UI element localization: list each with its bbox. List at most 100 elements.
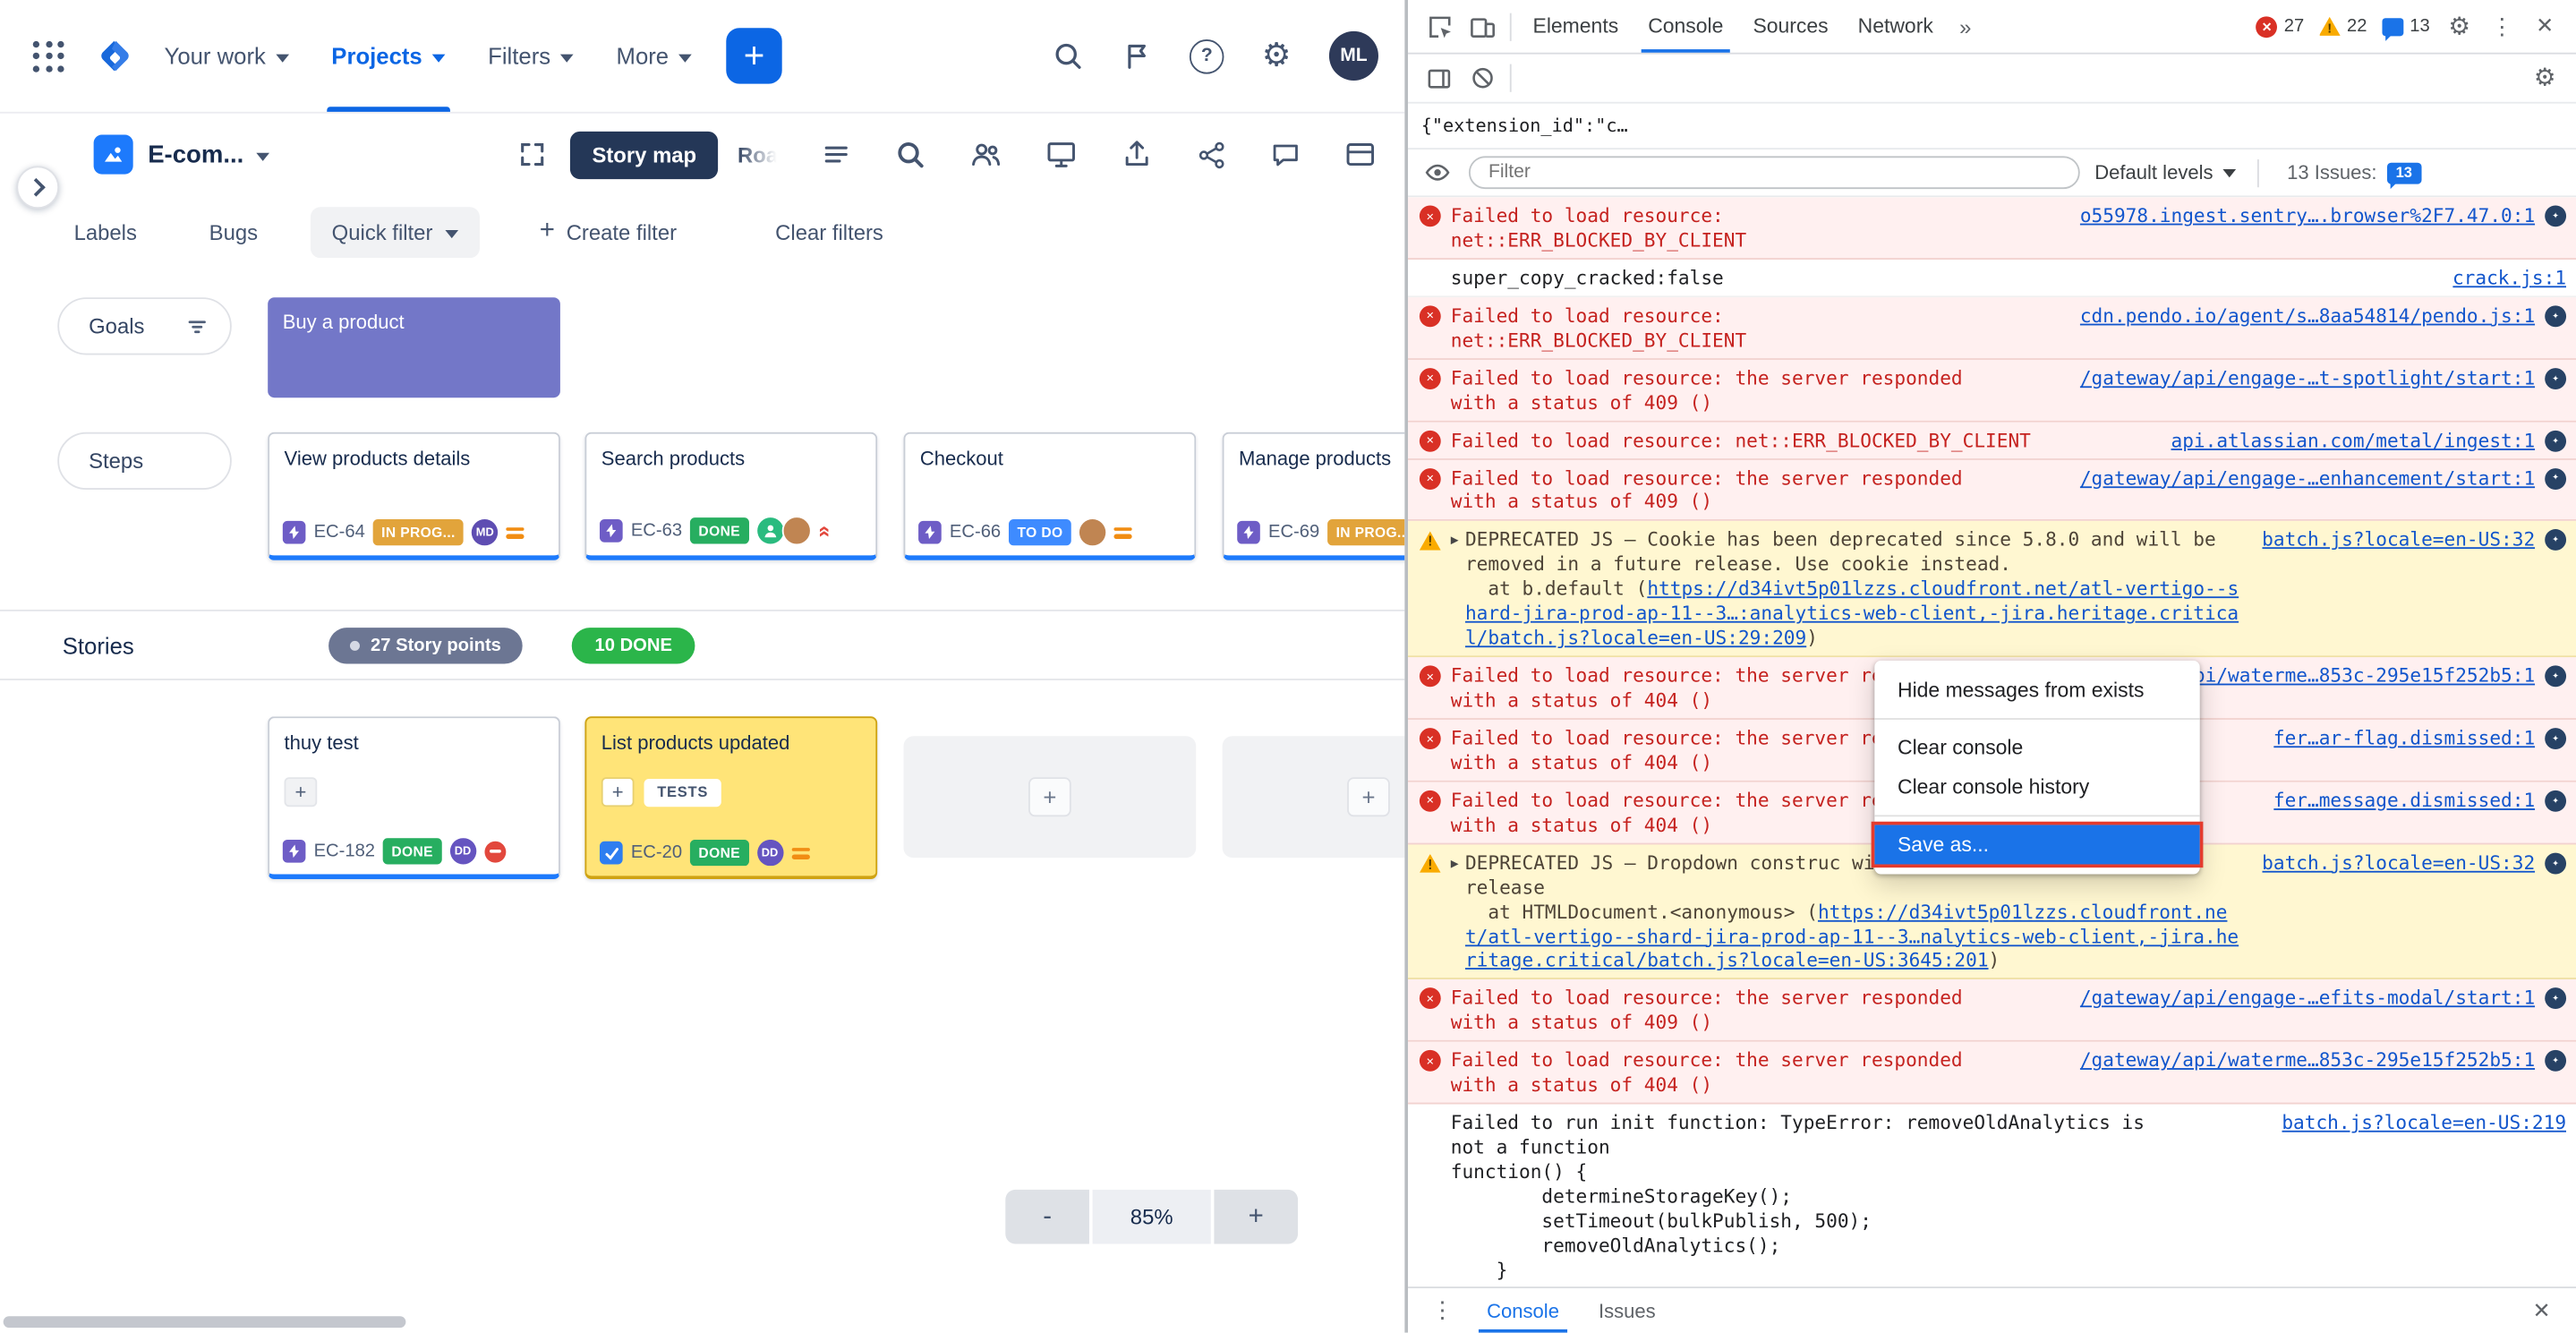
source-location-link[interactable]: fer…ar-flag.dismissed:1	[2273, 726, 2535, 750]
project-avatar-icon[interactable]	[94, 135, 133, 175]
story-map-button[interactable]: Story map	[571, 131, 718, 178]
roadmap-tab-partial[interactable]: Roa	[738, 142, 778, 167]
label-chip[interactable]: TESTS	[644, 778, 721, 806]
source-location-link[interactable]: api.atlassian.com/metal/ingest:1	[2171, 428, 2535, 452]
source-location-link[interactable]: /gateway/api/waterme…853c-295e15f252b5:1	[2080, 1049, 2535, 1073]
announcement-flag-icon[interactable]	[1122, 41, 1152, 71]
message-inline-link[interactable]: https://d34ivt5p01lzzs.cloudfront.net/at…	[1465, 577, 2239, 650]
source-location-link[interactable]: /gateway/api/engage-…t-spotlight/start:1	[2080, 366, 2535, 390]
drawer-tab-console[interactable]: Console	[1471, 1288, 1576, 1333]
source-location-link[interactable]: batch.js?locale=en-US:219	[2282, 1111, 2566, 1135]
filter-funnel-icon[interactable]	[185, 314, 209, 338]
nav-projects[interactable]: Projects	[320, 0, 456, 112]
goals-lane-pill[interactable]: Goals	[57, 297, 232, 355]
story-card-selected[interactable]: List products updated + TESTS EC-20 DONE…	[584, 716, 877, 879]
insight-icon[interactable]	[2545, 205, 2566, 226]
app-switcher-icon[interactable]	[33, 40, 64, 72]
drawer-menu-icon[interactable]: ⋮	[1421, 1291, 1464, 1330]
step-card[interactable]: Checkout EC-66 TO DO	[904, 432, 1197, 560]
insight-icon[interactable]	[2545, 305, 2566, 327]
live-expression-row[interactable]: {"extension_id":"c…	[1408, 104, 2576, 150]
step-card[interactable]: Manage products EC-69 IN PROG...	[1223, 432, 1405, 560]
tab-sources[interactable]: Sources	[1738, 0, 1843, 53]
source-location-link[interactable]: /gateway/api/engage-…enhancement/start:1	[2080, 466, 2535, 490]
settings-gear-icon[interactable]: ⚙	[1262, 39, 1292, 73]
devtools-settings-icon[interactable]: ⚙	[2438, 6, 2481, 46]
insight-icon[interactable]	[2545, 852, 2566, 874]
list-view-icon[interactable]	[821, 140, 850, 169]
insight-icon[interactable]	[2545, 988, 2566, 1010]
sidebar-expand-button[interactable]	[16, 166, 59, 209]
filter-bugs[interactable]: Bugs	[209, 219, 258, 244]
log-levels-dropdown[interactable]: Default levels	[2094, 161, 2236, 184]
step-card[interactable]: Search products EC-63 DONE «	[584, 432, 877, 560]
card-layout-icon[interactable]	[1343, 138, 1377, 171]
add-card-button[interactable]: +	[1347, 777, 1390, 816]
board-search-icon[interactable]	[893, 138, 926, 171]
insight-icon[interactable]	[2545, 665, 2566, 687]
add-card-button[interactable]: +	[1028, 777, 1071, 816]
tab-network[interactable]: Network	[1843, 0, 1948, 53]
nav-filters[interactable]: Filters	[476, 0, 584, 112]
device-toolbar-icon[interactable]	[1461, 6, 1504, 46]
insight-icon[interactable]	[2545, 728, 2566, 749]
create-filter-button[interactable]: +Create filter	[540, 218, 677, 244]
create-button[interactable]: +	[726, 28, 781, 83]
steps-lane-pill[interactable]: Steps	[57, 432, 232, 490]
add-icon[interactable]: +	[285, 777, 318, 807]
inspect-element-icon[interactable]	[1418, 6, 1461, 46]
tab-console[interactable]: Console	[1633, 0, 1738, 53]
fullscreen-icon[interactable]	[520, 141, 546, 167]
clear-filters-button[interactable]: Clear filters	[775, 219, 883, 244]
user-avatar[interactable]: ML	[1329, 31, 1378, 81]
clear-console-icon[interactable]	[1461, 58, 1504, 98]
insight-icon[interactable]	[2545, 1050, 2566, 1072]
people-icon[interactable]	[968, 138, 1002, 171]
source-location-link[interactable]: /gateway/api/engage-…efits-modal/start:1	[2080, 987, 2535, 1011]
source-location-link[interactable]: batch.js?locale=en-US:32	[2262, 850, 2535, 875]
add-icon[interactable]: +	[601, 777, 635, 807]
expand-arrow-icon[interactable]: ▶	[1451, 856, 1459, 873]
nav-more[interactable]: More	[605, 0, 704, 112]
insight-icon[interactable]	[2545, 530, 2566, 551]
insight-icon[interactable]	[2545, 790, 2566, 812]
devtools-close-icon[interactable]: ✕	[2523, 6, 2566, 46]
chevron-down-icon[interactable]	[257, 152, 270, 160]
story-card[interactable]: thuy test + EC-182 DONE DD	[268, 716, 560, 879]
share-icon[interactable]	[1195, 139, 1226, 170]
expand-arrow-icon[interactable]: ▶	[1451, 533, 1459, 550]
drawer-close-icon[interactable]: ✕	[2521, 1291, 2563, 1330]
zoom-out-button[interactable]: -	[1005, 1190, 1089, 1244]
source-location-link[interactable]: cdn.pendo.io/agent/s…8aa54814/pendo.js:1	[2080, 303, 2535, 328]
console-filter-input[interactable]	[1469, 156, 2080, 189]
source-location-link[interactable]: crack.js:1	[2452, 266, 2566, 290]
zoom-in-button[interactable]: +	[1214, 1190, 1298, 1244]
source-location-link[interactable]: o55978.ingest.sentry….browser%2F7.47.0:1	[2080, 204, 2535, 228]
goal-card[interactable]: Buy a product	[268, 297, 560, 397]
insight-icon[interactable]	[2545, 430, 2566, 451]
error-count-icon[interactable]	[2256, 15, 2278, 37]
menu-item-clear-console-history[interactable]: Clear console history	[1874, 767, 2199, 807]
insight-icon[interactable]	[2545, 467, 2566, 489]
help-icon[interactable]: ?	[1190, 38, 1224, 73]
menu-item-save-as[interactable]: Save as...	[1874, 825, 2199, 864]
export-icon[interactable]	[1120, 138, 1153, 171]
comment-icon[interactable]	[1269, 139, 1301, 170]
menu-item-clear-console[interactable]: Clear console	[1874, 728, 2199, 767]
devtools-menu-icon[interactable]: ⋮	[2481, 6, 2524, 46]
drawer-tab-issues[interactable]: Issues	[1582, 1288, 1672, 1333]
tab-elements[interactable]: Elements	[1518, 0, 1633, 53]
console-sidebar-icon[interactable]	[1418, 58, 1461, 98]
presentation-icon[interactable]	[1044, 138, 1077, 171]
step-card[interactable]: View products details EC-64 IN PROG... M…	[268, 432, 560, 560]
live-expression-eye-icon[interactable]	[1421, 153, 1454, 192]
quick-filter-button[interactable]: Quick filter	[311, 206, 481, 257]
filter-labels[interactable]: Labels	[74, 219, 137, 244]
project-name[interactable]: E-com...	[148, 141, 243, 168]
search-icon[interactable]	[1052, 39, 1085, 73]
message-count-icon[interactable]	[2382, 17, 2403, 35]
nav-your-work[interactable]: Your work	[153, 0, 301, 112]
more-tabs-icon[interactable]: »	[1948, 14, 1983, 39]
console-settings-icon[interactable]: ⚙	[2523, 58, 2566, 98]
source-location-link[interactable]: batch.js?locale=en-US:32	[2262, 528, 2535, 552]
